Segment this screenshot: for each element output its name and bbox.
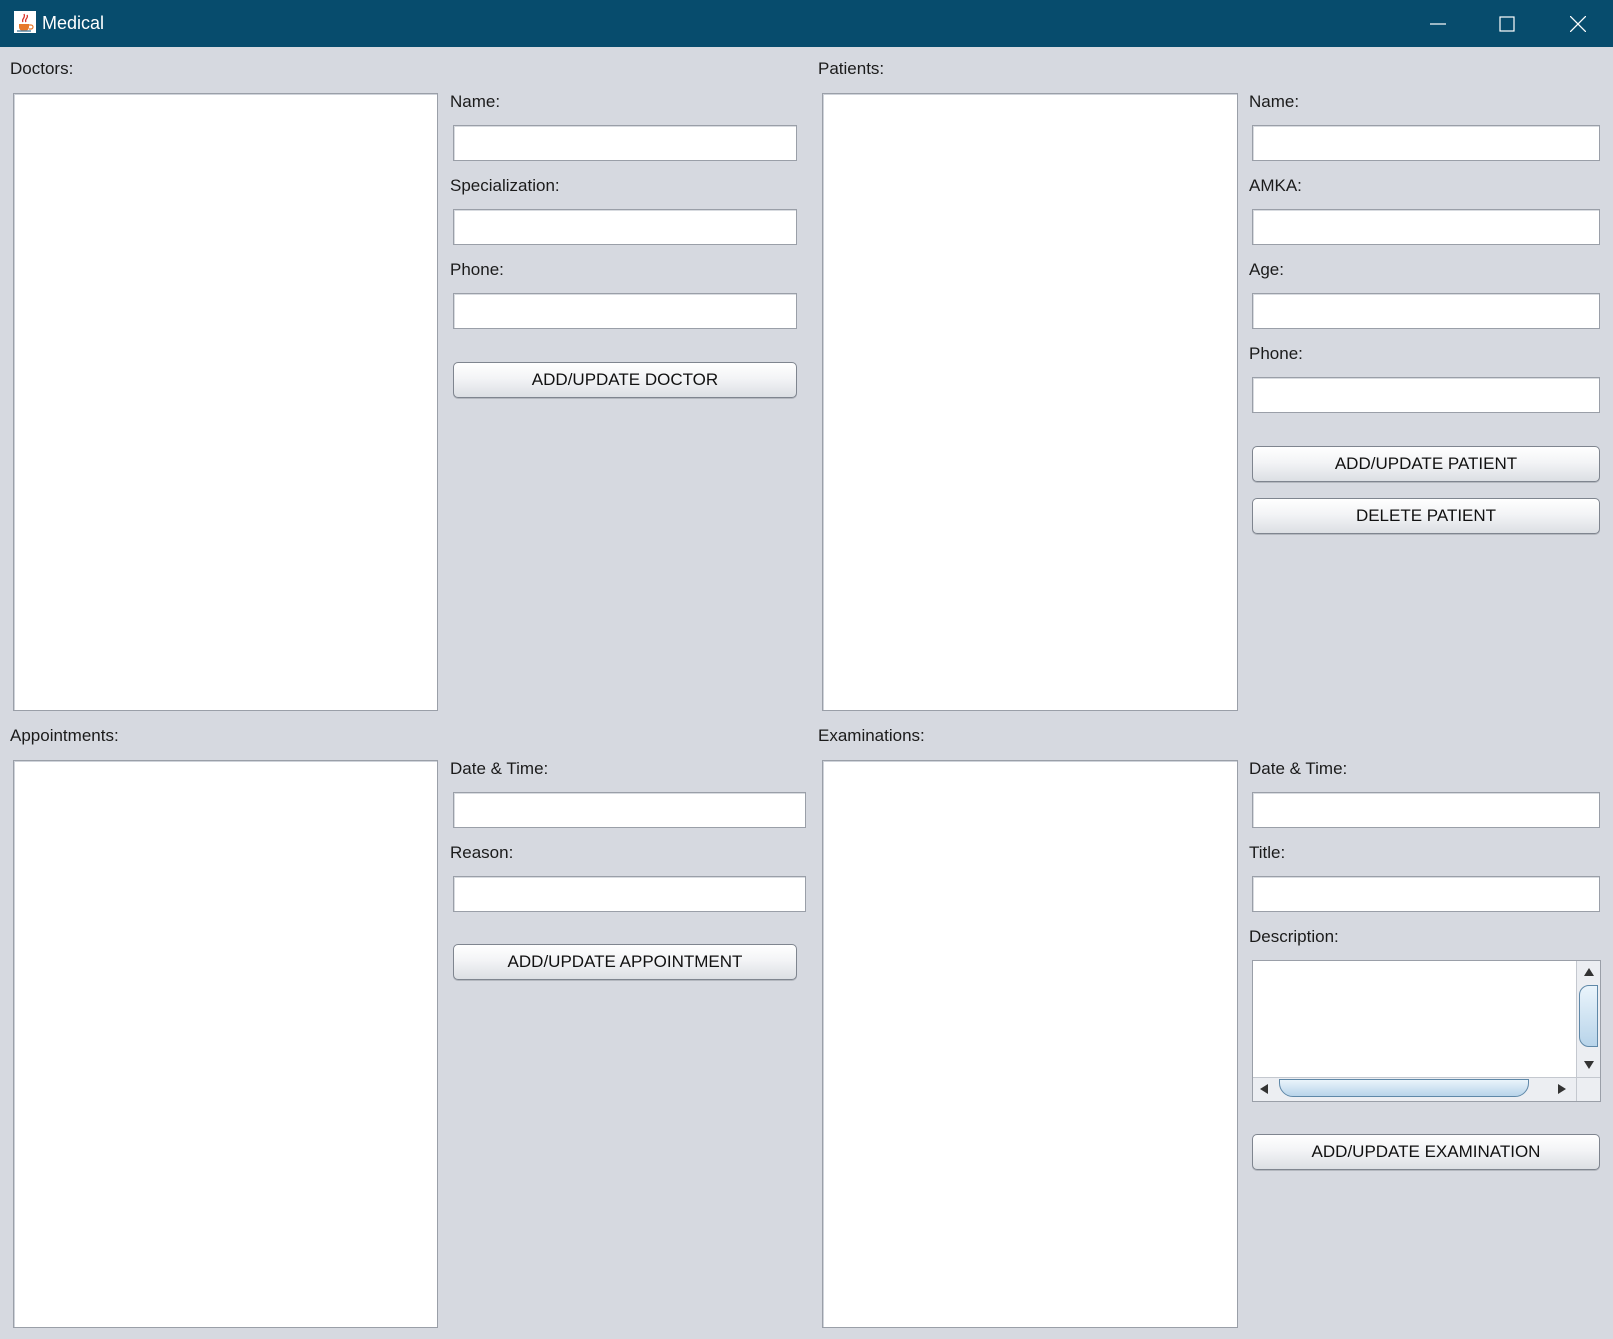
- examinations-label: Examinations:: [818, 726, 925, 745]
- patient-phone-label: Phone:: [1249, 344, 1303, 363]
- appointments-label: Appointments:: [10, 726, 119, 745]
- vertical-scrollbar[interactable]: [1576, 961, 1600, 1077]
- delete-patient-button[interactable]: DELETE PATIENT: [1252, 498, 1600, 534]
- main-content: Doctors: Name: Specialization: Phone: AD…: [0, 47, 1613, 1339]
- examinations-list[interactable]: [822, 760, 1238, 1328]
- doctor-name-input[interactable]: [453, 125, 797, 161]
- close-icon: [1570, 16, 1586, 32]
- doctors-list[interactable]: [13, 93, 438, 711]
- doctor-name-label: Name:: [450, 92, 501, 111]
- examination-description-textarea[interactable]: [1253, 961, 1576, 1077]
- scroll-up-arrow-icon[interactable]: [1582, 965, 1596, 979]
- maximize-button[interactable]: [1473, 0, 1541, 47]
- examination-description-scrollpane: [1252, 960, 1601, 1102]
- scroll-right-arrow-icon[interactable]: [1555, 1082, 1569, 1096]
- add-update-patient-button[interactable]: ADD/UPDATE PATIENT: [1252, 446, 1600, 482]
- add-update-appointment-button[interactable]: ADD/UPDATE APPOINTMENT: [453, 944, 797, 980]
- appointments-list[interactable]: [13, 760, 438, 1328]
- horizontal-scrollbar[interactable]: [1253, 1077, 1576, 1101]
- examination-title-label: Title:: [1249, 843, 1286, 862]
- patient-amka-input[interactable]: [1252, 209, 1600, 245]
- patient-age-input[interactable]: [1252, 293, 1600, 329]
- examination-datetime-label: Date & Time:: [1249, 759, 1348, 778]
- patient-name-input[interactable]: [1252, 125, 1600, 161]
- examination-description-label: Description:: [1249, 927, 1339, 946]
- add-update-examination-button[interactable]: ADD/UPDATE EXAMINATION: [1252, 1134, 1600, 1170]
- title-bar: Medical: [0, 0, 1613, 47]
- patients-list[interactable]: [822, 93, 1238, 711]
- patient-name-label: Name:: [1249, 92, 1300, 111]
- minimize-icon: [1430, 23, 1446, 25]
- appointment-datetime-input[interactable]: [453, 792, 806, 828]
- close-button[interactable]: [1544, 0, 1612, 47]
- scrollbar-corner: [1576, 1077, 1600, 1101]
- horizontal-scroll-thumb[interactable]: [1279, 1079, 1529, 1097]
- examination-datetime-input[interactable]: [1252, 792, 1600, 828]
- scroll-left-arrow-icon[interactable]: [1257, 1082, 1271, 1096]
- patient-amka-label: AMKA:: [1249, 176, 1302, 195]
- patients-label: Patients:: [818, 59, 885, 78]
- examination-title-input[interactable]: [1252, 876, 1600, 912]
- appointment-reason-label: Reason:: [450, 843, 514, 862]
- add-update-doctor-button[interactable]: ADD/UPDATE DOCTOR: [453, 362, 797, 398]
- doctor-specialization-label: Specialization:: [450, 176, 560, 195]
- window-title: Medical: [42, 13, 105, 33]
- doctors-label: Doctors:: [10, 59, 74, 78]
- scroll-down-arrow-icon[interactable]: [1582, 1058, 1596, 1072]
- doctor-phone-input[interactable]: [453, 293, 797, 329]
- java-cup-icon: [14, 11, 36, 33]
- doctor-phone-label: Phone:: [450, 260, 504, 279]
- maximize-icon: [1499, 16, 1515, 32]
- patient-phone-input[interactable]: [1252, 377, 1600, 413]
- vertical-scroll-thumb[interactable]: [1579, 985, 1598, 1047]
- appointment-datetime-label: Date & Time:: [450, 759, 549, 778]
- patient-age-label: Age:: [1249, 260, 1284, 279]
- doctor-specialization-input[interactable]: [453, 209, 797, 245]
- minimize-button[interactable]: [1404, 0, 1472, 47]
- appointment-reason-input[interactable]: [453, 876, 806, 912]
